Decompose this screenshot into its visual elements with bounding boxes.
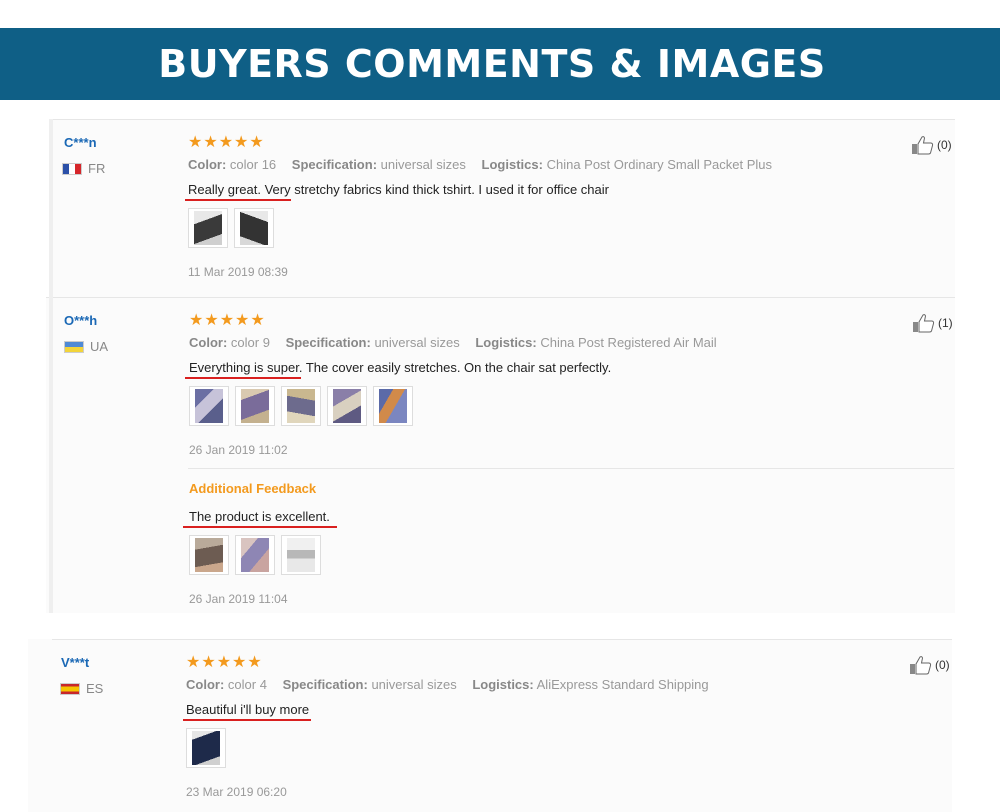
additional-date: 26 Jan 2019 11:04 bbox=[189, 592, 288, 606]
highlight-underline bbox=[185, 377, 301, 379]
photo-thumbnail[interactable] bbox=[235, 386, 275, 426]
photo-thumbnail[interactable] bbox=[189, 535, 229, 575]
photo-thumbnail[interactable] bbox=[281, 535, 321, 575]
star-icon: ★ bbox=[219, 310, 235, 329]
color-value: color 4 bbox=[227, 677, 267, 692]
photo-thumbnail[interactable] bbox=[234, 208, 274, 248]
additional-feedback-heading: Additional Feedback bbox=[189, 481, 317, 496]
star-icon: ★ bbox=[216, 652, 232, 671]
header-banner: BUYERS COMMENTS & IMAGES bbox=[0, 28, 1000, 100]
review-meta: Color: color 4 Specification: universal … bbox=[186, 677, 709, 692]
highlight-underline bbox=[185, 199, 291, 201]
review-comment: Everything is super. The cover easily st… bbox=[189, 360, 612, 375]
like-count: (0) bbox=[935, 658, 950, 672]
photo-thumbnail[interactable] bbox=[327, 386, 367, 426]
thumbs-up-icon bbox=[910, 656, 932, 675]
country-code: UA bbox=[90, 339, 109, 354]
logistics-value: China Post Ordinary Small Packet Plus bbox=[546, 157, 773, 172]
photo-thumbnail[interactable] bbox=[281, 386, 321, 426]
reviewer-country: ES bbox=[60, 681, 103, 696]
thumbs-up-icon bbox=[912, 136, 934, 155]
star-rating: ★ ★ ★ ★ ★ bbox=[186, 654, 262, 670]
review-date: 23 Mar 2019 06:20 bbox=[186, 785, 287, 799]
review-card: C***n FR ★ ★ ★ ★ ★ Color: color 16 Specifica… bbox=[49, 119, 955, 297]
star-icon: ★ bbox=[247, 652, 262, 671]
review-comment: Beautiful i'll buy more bbox=[186, 702, 310, 717]
review-comment: Really great. Very stretchy fabrics kind… bbox=[188, 182, 609, 197]
photo-thumbnail[interactable] bbox=[189, 386, 229, 426]
additional-photos bbox=[189, 535, 321, 575]
ukraine-flag-icon bbox=[64, 340, 84, 353]
helpful-button[interactable]: (0) bbox=[911, 135, 952, 155]
logistics-value: AliExpress Standard Shipping bbox=[536, 677, 709, 692]
photo-thumbnail[interactable] bbox=[188, 208, 228, 248]
review-card: V***t ES ★ ★ ★ ★ ★ Color: color 4 Specificat… bbox=[28, 639, 952, 812]
spec-value: universal sizes bbox=[380, 157, 466, 172]
star-icon: ★ bbox=[203, 132, 218, 151]
photo-thumbnail[interactable] bbox=[186, 728, 226, 768]
thumbs-up-icon bbox=[913, 314, 935, 333]
review-meta: Color: color 9 Specification: universal … bbox=[189, 335, 717, 350]
additional-feedback-divider bbox=[188, 468, 954, 469]
country-code: FR bbox=[88, 161, 106, 176]
helpful-button[interactable]: (1) bbox=[912, 313, 953, 333]
star-icon: ★ bbox=[188, 132, 203, 151]
star-icon: ★ bbox=[232, 652, 247, 671]
photo-thumbnail[interactable] bbox=[235, 535, 275, 575]
reviewer-country: FR bbox=[62, 161, 105, 176]
review-date: 26 Jan 2019 11:02 bbox=[189, 443, 288, 457]
star-rating: ★ ★ ★ ★ ★ bbox=[189, 312, 265, 328]
star-icon: ★ bbox=[186, 652, 201, 671]
spain-flag-icon bbox=[60, 682, 80, 695]
star-icon: ★ bbox=[249, 132, 264, 151]
reviewer-name[interactable]: O***h bbox=[64, 313, 97, 328]
highlight-underline bbox=[183, 526, 337, 528]
star-icon: ★ bbox=[189, 310, 204, 329]
review-card: O***h UA ★ ★ ★ ★ ★ Color: color 9 Specificat… bbox=[46, 297, 955, 613]
star-icon: ★ bbox=[204, 310, 219, 329]
like-count: (1) bbox=[938, 316, 953, 330]
page-title: BUYERS COMMENTS & IMAGES bbox=[158, 42, 826, 86]
country-code: ES bbox=[86, 681, 104, 696]
review-date: 11 Mar 2019 08:39 bbox=[188, 265, 288, 279]
photo-thumbnail[interactable] bbox=[373, 386, 413, 426]
star-icon: ★ bbox=[235, 310, 250, 329]
like-count: (0) bbox=[937, 138, 952, 152]
reviewer-country: UA bbox=[64, 339, 108, 354]
review-photos bbox=[186, 728, 226, 768]
review-photos bbox=[189, 386, 413, 426]
logistics-value: China Post Registered Air Mail bbox=[540, 335, 717, 350]
star-icon: ★ bbox=[201, 652, 216, 671]
spec-value: universal sizes bbox=[371, 677, 457, 692]
france-flag-icon bbox=[62, 162, 82, 175]
highlight-underline bbox=[183, 719, 311, 721]
reviewer-name[interactable]: C***n bbox=[64, 135, 97, 150]
additional-comment: The product is excellent. bbox=[189, 509, 330, 524]
star-rating: ★ ★ ★ ★ ★ bbox=[188, 134, 264, 150]
star-icon: ★ bbox=[250, 310, 265, 329]
reviewer-name[interactable]: V***t bbox=[61, 655, 89, 670]
star-icon: ★ bbox=[234, 132, 249, 151]
color-value: color 9 bbox=[230, 335, 270, 350]
star-icon: ★ bbox=[218, 132, 234, 151]
review-photos bbox=[188, 208, 274, 248]
review-meta: Color: color 16 Specification: universal… bbox=[188, 157, 773, 172]
helpful-button[interactable]: (0) bbox=[909, 655, 950, 675]
color-value: color 16 bbox=[229, 157, 277, 172]
spec-value: universal sizes bbox=[374, 335, 460, 350]
